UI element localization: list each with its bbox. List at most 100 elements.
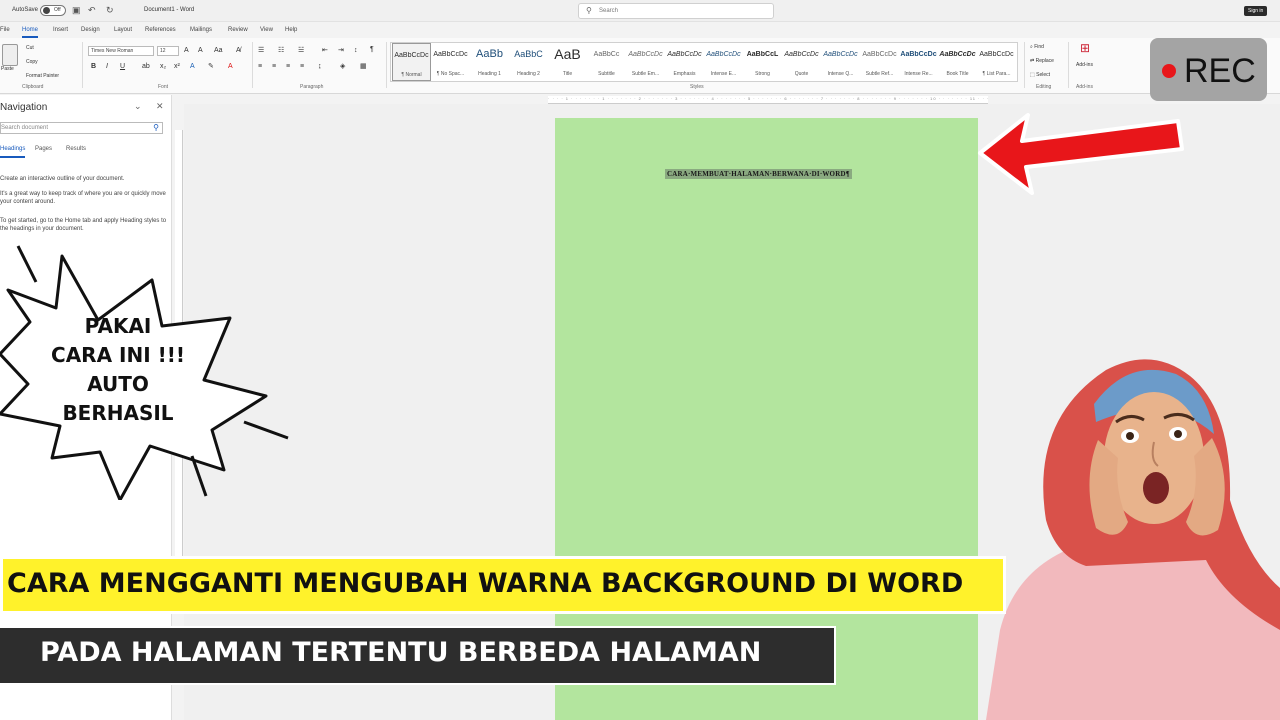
tab-file[interactable]: File: [0, 27, 10, 33]
sort-icon[interactable]: ↕: [354, 47, 358, 55]
shrink-font-icon[interactable]: A: [198, 47, 203, 55]
tab-headings[interactable]: Headings: [0, 146, 26, 158]
shading-icon[interactable]: ◈: [340, 63, 345, 71]
highlight-icon[interactable]: ✎: [208, 63, 214, 71]
add-ins-icon[interactable]: ⊞: [1080, 42, 1090, 54]
bullets-icon[interactable]: ☰: [258, 47, 264, 55]
clear-formatting-icon[interactable]: A̸: [236, 47, 241, 55]
style-intense-reference[interactable]: AaBbCcDc Intense Re...: [899, 43, 938, 81]
subtitle-banner-dark: PADA HALAMAN TERTENTU BERBEDA HALAMAN: [0, 626, 836, 685]
tab-pages[interactable]: Pages: [35, 146, 52, 152]
navigation-help-text: To get started, go to the Home tab and a…: [0, 218, 167, 232]
style-book-title[interactable]: AaBbCcDc Book Title: [938, 43, 977, 81]
style-title[interactable]: AaB Title: [548, 43, 587, 81]
bold-icon[interactable]: B: [91, 63, 96, 71]
paragraph-group-label: Paragraph: [300, 84, 324, 90]
align-left-icon[interactable]: ≡: [258, 63, 262, 71]
record-dot-icon: [1162, 64, 1176, 78]
navigation-help-text: Create an interactive outline of your do…: [0, 176, 125, 182]
save-icon[interactable]: ▣: [72, 5, 81, 15]
strikethrough-icon[interactable]: ab: [142, 63, 150, 71]
align-center-icon[interactable]: ≡: [272, 63, 276, 71]
burst-text: PAKAI CARA INI !!! AUTO BERHASIL: [28, 312, 208, 428]
sign-in-button[interactable]: Sign in: [1244, 6, 1268, 16]
find-button[interactable]: ⌕ Find: [1030, 44, 1044, 50]
text-effects-icon[interactable]: A: [190, 63, 195, 71]
add-ins-button[interactable]: Add-ins: [1076, 62, 1093, 68]
style-quote[interactable]: AaBbCcDc Quote: [782, 43, 821, 81]
multilevel-list-icon[interactable]: ☱: [298, 47, 304, 55]
tab-results[interactable]: Results: [66, 146, 86, 152]
style-emphasis[interactable]: AaBbCcDc Emphasis: [665, 43, 704, 81]
style-subtle-emphasis[interactable]: AaBbCcDc Subtle Em...: [626, 43, 665, 81]
align-right-icon[interactable]: ≡: [286, 63, 290, 71]
surprised-woman-image: [986, 359, 1280, 720]
tab-references[interactable]: References: [145, 27, 176, 33]
increase-indent-icon[interactable]: ⇥: [338, 47, 344, 55]
style-strong[interactable]: AaBbCcL Strong: [743, 43, 782, 81]
tab-layout[interactable]: Layout: [114, 27, 132, 33]
style-name: Quote: [794, 71, 809, 77]
recording-badge: REC: [1150, 38, 1267, 101]
search-box[interactable]: ⚲ Search: [578, 3, 774, 19]
cut-button[interactable]: Cut: [26, 45, 34, 51]
redo-icon[interactable]: ↻: [106, 5, 114, 15]
style-heading-2[interactable]: AaBbC Heading 2: [509, 43, 548, 81]
style-no-spacing[interactable]: AaBbCcDc ¶ No Spac...: [431, 43, 470, 81]
borders-icon[interactable]: ▦: [360, 63, 367, 71]
paste-icon[interactable]: [2, 44, 18, 66]
close-icon[interactable]: ✕: [156, 101, 164, 112]
style-normal[interactable]: AaBbCcDc ¶ Normal: [392, 43, 431, 81]
tab-mailings[interactable]: Mailings: [190, 27, 212, 33]
select-button[interactable]: ⬚ Select: [1030, 72, 1050, 78]
subscript-icon[interactable]: x₂: [160, 63, 166, 71]
show-formatting-icon[interactable]: ¶: [370, 46, 374, 54]
tab-design[interactable]: Design: [81, 27, 100, 33]
style-name: ¶ List Para...: [982, 71, 1011, 77]
style-preview: AaBbCcDc: [784, 51, 819, 58]
copy-button[interactable]: Copy: [26, 59, 38, 65]
undo-icon[interactable]: ↶: [88, 5, 96, 15]
document-heading-text[interactable]: CARA·MEMBUAT·HALAMAN·BERWANA·DI·WORD¶: [665, 169, 852, 179]
font-color-icon[interactable]: A: [228, 63, 233, 71]
replace-button[interactable]: ⇄ Replace: [1030, 58, 1054, 64]
style-subtle-reference[interactable]: AaBbCcDc Subtle Ref...: [860, 43, 899, 81]
style-heading-1[interactable]: AaBb Heading 1: [470, 43, 509, 81]
title-bar: AutoSave Off ▣ ↶ ↻ Document1 - Word ⚲ Se…: [0, 0, 1280, 22]
tab-home[interactable]: Home: [22, 27, 39, 38]
line-spacing-icon[interactable]: ↨: [318, 63, 322, 71]
paste-button[interactable]: Paste: [1, 66, 14, 72]
grow-font-icon[interactable]: A: [184, 47, 189, 55]
style-name: Intense E...: [710, 71, 737, 77]
navigation-search-input[interactable]: Search document ⚲: [0, 122, 163, 134]
tab-help[interactable]: Help: [285, 27, 297, 33]
style-preview: AaBbCcDc: [823, 51, 858, 58]
horizontal-ruler[interactable]: · · · · 1 · · · · · · · 1 · · · · · · · …: [548, 96, 988, 104]
search-icon[interactable]: ⚲: [153, 123, 159, 132]
style-intense-emphasis[interactable]: AaBbCcDc Intense E...: [704, 43, 743, 81]
burst-line: CARA INI !!!: [51, 343, 185, 367]
burst-spike-icon: [16, 245, 38, 283]
italic-icon[interactable]: I: [106, 63, 108, 71]
style-list-paragraph[interactable]: AaBbCcDc ¶ List Para...: [977, 43, 1016, 81]
decrease-indent-icon[interactable]: ⇤: [322, 47, 328, 55]
numbering-icon[interactable]: ☷: [278, 47, 284, 55]
search-icon: ⚲: [586, 6, 592, 15]
format-painter-button[interactable]: Format Painter: [26, 73, 59, 79]
chevron-down-icon[interactable]: ⌄: [134, 101, 142, 112]
autosave-toggle[interactable]: Off: [40, 5, 66, 16]
font-family-select[interactable]: Times New Roman: [88, 46, 154, 56]
style-name: Subtitle: [598, 71, 615, 77]
underline-icon[interactable]: U: [120, 63, 125, 71]
change-case-icon[interactable]: Aa: [214, 47, 223, 55]
style-intense-quote[interactable]: AaBbCcDc Intense Q...: [821, 43, 860, 81]
font-size-select[interactable]: 12: [157, 46, 179, 56]
group-divider: [252, 42, 253, 88]
superscript-icon[interactable]: x²: [174, 63, 180, 71]
title-banner-yellow: CARA MENGGANTI MENGUBAH WARNA BACKGROUND…: [0, 556, 1006, 614]
justify-icon[interactable]: ≡: [300, 63, 304, 71]
style-subtitle[interactable]: AaBbCc Subtitle: [587, 43, 626, 81]
tab-insert[interactable]: Insert: [53, 27, 68, 33]
tab-review[interactable]: Review: [228, 27, 248, 33]
tab-view[interactable]: View: [260, 27, 273, 33]
